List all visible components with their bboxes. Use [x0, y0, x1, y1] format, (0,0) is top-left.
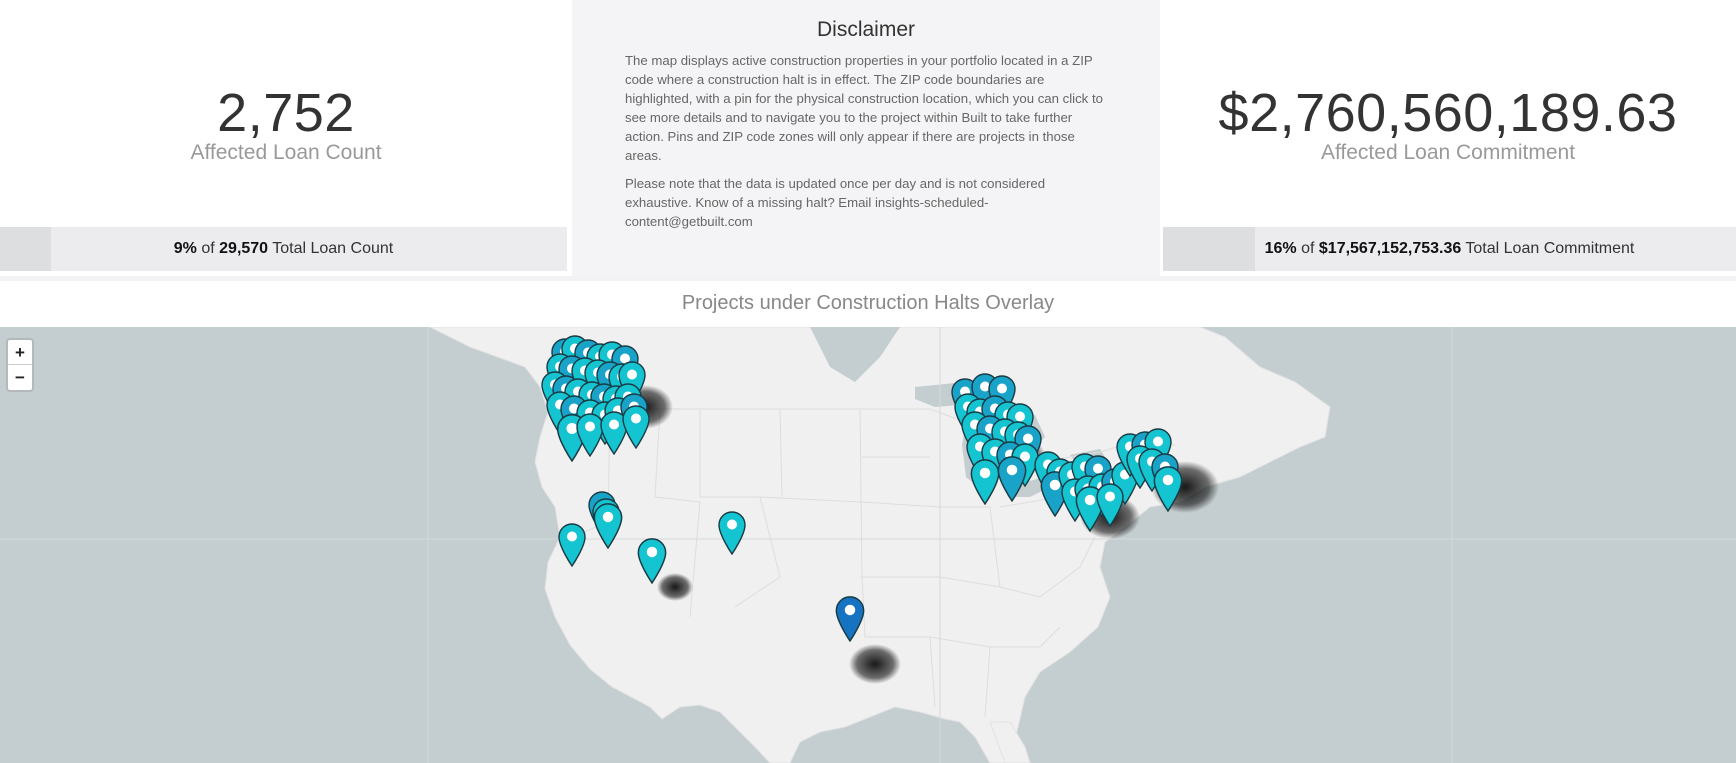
loan-commitment-total: $17,567,152,753.36 — [1318, 240, 1462, 257]
loan-commitment-total-label: Total Loan Commitment — [1465, 240, 1635, 257]
disclaimer-paragraph-2: Please note that the data is updated onc… — [625, 176, 1046, 229]
dashboard: 2,752 Affected Loan Count 9% of 29,570 T… — [0, 0, 1736, 763]
zoom-control: + − — [6, 338, 34, 392]
loan-count-summary: 9% of 29,570 Total Loan Count — [0, 240, 567, 258]
affected-loan-commitment-card: $2,760,560,189.63 Affected Loan Commitme… — [1160, 0, 1736, 276]
disclaimer-title: Disclaimer — [816, 18, 915, 41]
map-title: Projects under Construction Halts Overla… — [681, 292, 1055, 314]
loan-commitment-of: of — [1301, 240, 1315, 257]
disclaimer-paragraph-1: The map displays active construction pro… — [625, 53, 1103, 163]
map-canvas[interactable] — [0, 327, 1736, 763]
loan-commitment-summary: 16% of $17,567,152,753.36 Total Loan Com… — [1163, 240, 1736, 258]
loan-count-total: 29,570 — [219, 240, 269, 257]
affected-loan-commitment-value: $2,760,560,189.63 — [1218, 83, 1678, 143]
loan-commitment-progress-bar: 16% of $17,567,152,753.36 Total Loan Com… — [1163, 227, 1736, 271]
loan-count-progress-bar: 9% of 29,570 Total Loan Count — [0, 227, 567, 271]
map-header: Projects under Construction Halts Overla… — [0, 281, 1736, 327]
loan-count-of: of — [201, 240, 215, 257]
loan-commitment-percent: 16% — [1264, 240, 1297, 257]
affected-loan-count-value: 2,752 — [217, 83, 355, 143]
zoom-out-button[interactable]: − — [8, 365, 32, 390]
loan-count-percent: 9% — [173, 240, 197, 257]
loan-count-total-label: Total Loan Count — [272, 240, 394, 257]
affected-loan-count-label: Affected Loan Count — [190, 141, 382, 164]
disclaimer-panel: Disclaimer The map displays active const… — [572, 0, 1160, 276]
affected-loan-count-card: 2,752 Affected Loan Count 9% of 29,570 T… — [0, 0, 572, 276]
zoom-in-button[interactable]: + — [8, 340, 32, 365]
affected-loan-commitment-label: Affected Loan Commitment — [1320, 141, 1576, 164]
construction-halts-map[interactable] — [0, 327, 1736, 763]
